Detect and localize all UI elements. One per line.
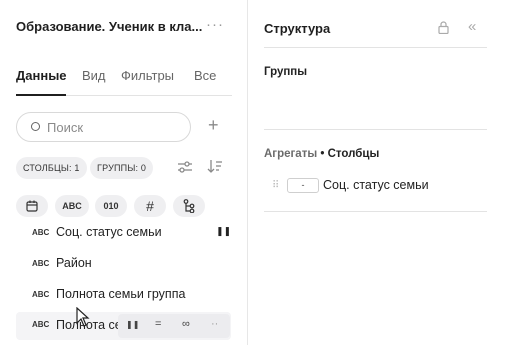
plus-icon[interactable]: + [208, 116, 219, 134]
column-icon[interactable]: ❚❚ [216, 226, 231, 237]
search-box[interactable] [16, 112, 191, 142]
group-icon[interactable]: = [155, 318, 161, 330]
field-row[interactable]: ABC Район [16, 254, 231, 276]
field-label: Полнота семьи группа [56, 287, 186, 301]
tab-all[interactable]: Все [194, 68, 216, 83]
aggregates-section-title: Агрегаты • Столбцы [264, 148, 380, 160]
active-tab-indicator [16, 94, 66, 96]
string-type-icon: ABC [32, 259, 50, 268]
link-icon[interactable]: ∞ [182, 318, 190, 330]
more-icon[interactable]: ·· [211, 318, 218, 330]
column-icon[interactable]: ❚❚ [126, 320, 139, 329]
string-type-icon: ABC [32, 290, 50, 299]
drag-handle-icon[interactable]: ⠿ [272, 180, 279, 191]
panel-divider [247, 0, 248, 345]
dataset-title: Образование. Ученик в кла... [16, 19, 203, 34]
field-label: Район [56, 256, 92, 270]
boolean-type-icon[interactable]: 010 [95, 195, 127, 217]
string-type-icon: ABC [32, 228, 50, 237]
aggregates-divider [264, 211, 487, 212]
settings-sliders-icon[interactable] [177, 160, 193, 177]
collapse-left-icon[interactable]: « [468, 18, 476, 35]
calendar-icon[interactable] [16, 195, 48, 217]
number-type-icon[interactable]: # [134, 195, 166, 217]
aggregation-select[interactable]: - [287, 178, 319, 193]
sort-icon[interactable] [207, 159, 223, 177]
groups-divider [264, 129, 487, 130]
search-icon [31, 122, 40, 131]
string-type-icon[interactable]: ABC [55, 195, 89, 217]
field-row[interactable]: ABC Соц. статус семьи ❚❚ [16, 223, 231, 245]
groups-chip[interactable]: ГРУППЫ: 0 [90, 157, 154, 179]
columns-chip[interactable]: СТОЛБЦЫ: 1 [16, 157, 87, 179]
field-row[interactable]: ABC Полнота семьи группа [16, 285, 231, 307]
tab-data[interactable]: Данные [16, 68, 67, 83]
structure-title: Структура [264, 21, 331, 36]
field-label: Соц. статус семьи [56, 225, 162, 239]
hierarchy-icon[interactable] [173, 195, 205, 217]
string-type-icon: ABC [32, 320, 50, 329]
mouse-cursor-icon [76, 307, 90, 327]
search-input[interactable] [47, 118, 177, 136]
tab-view[interactable]: Вид [82, 68, 106, 83]
ellipsis-icon[interactable]: ··· [206, 16, 224, 33]
row-action-bar: ❚❚ = ∞ ·· [118, 314, 230, 338]
header-divider [264, 47, 487, 48]
groups-section-title: Группы [264, 66, 308, 78]
lock-icon[interactable] [438, 21, 449, 37]
tab-filters[interactable]: Фильтры [121, 68, 174, 83]
aggregate-field-label: Соц. статус семьи [323, 178, 429, 192]
